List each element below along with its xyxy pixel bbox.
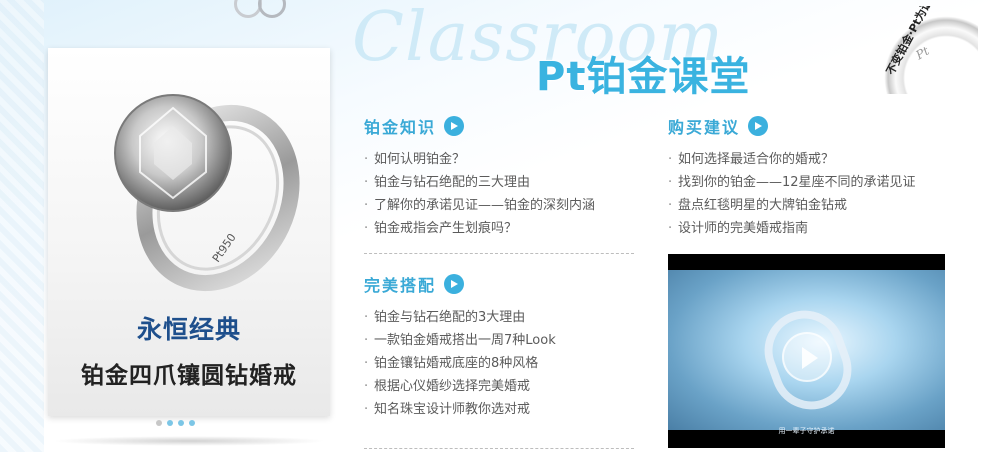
- list-item[interactable]: 找到你的铂金——12星座不同的承诺见证: [668, 171, 916, 194]
- section-title-knowledge[interactable]: 铂金知识: [364, 116, 595, 137]
- list-item[interactable]: 知名珠宝设计师教你选对戒: [364, 398, 556, 421]
- section-title-label: 铂金知识: [364, 118, 437, 137]
- section-knowledge: 铂金知识 如何认明铂金？ 铂金与钻石绝配的三大理由 了解你的承诺见证——铂金的深…: [364, 116, 595, 240]
- matching-links: 铂金与钻石绝配的3大理由 一款铂金婚戒搭出一周7种Look 铂金镶钻婚戒底座的8…: [364, 306, 556, 421]
- buying-links: 如何选择最适合你的婚戒？ 找到你的铂金——12星座不同的承诺见证 盘点红毯明星的…: [668, 148, 916, 240]
- play-icon[interactable]: [782, 332, 832, 382]
- video-caption: 用一辈子守护承诺: [778, 427, 835, 435]
- section-matching: 完美搭配 铂金与钻石绝配的3大理由 一款铂金婚戒搭出一周7种Look 铂金镶钻婚…: [364, 274, 556, 421]
- arrow-right-icon[interactable]: [748, 116, 769, 136]
- carousel-dot[interactable]: [189, 420, 195, 426]
- list-item[interactable]: 了解你的承诺见证——铂金的深刻内涵: [364, 194, 595, 217]
- platinum-seal-logo: 不变铂金·Pt为证 Pt: [874, 6, 978, 94]
- list-item[interactable]: 如何认明铂金？: [364, 148, 595, 171]
- list-item[interactable]: 铂金镶钻婚戒底座的8种风格: [364, 352, 556, 375]
- decorative-stripe: [0, 0, 44, 452]
- carousel-dot[interactable]: [156, 420, 162, 426]
- knowledge-links: 如何认明铂金？ 铂金与钻石绝配的三大理由 了解你的承诺见证——铂金的深刻内涵 铂…: [364, 148, 595, 240]
- section-title-buying[interactable]: 购买建议: [668, 116, 916, 137]
- section-buying: 购买建议 如何选择最适合你的婚戒？ 找到你的铂金——12星座不同的承诺见证 盘点…: [668, 116, 916, 240]
- arrow-right-icon[interactable]: [444, 116, 465, 136]
- section-title-label: 完美搭配: [364, 276, 437, 295]
- carousel-dot[interactable]: [178, 420, 184, 426]
- banner-subtitle: 铂金四爪镶圆钻婚戒: [81, 363, 297, 389]
- list-item[interactable]: 铂金与钻石绝配的三大理由: [364, 171, 595, 194]
- video-frame: 用一辈子守护承诺: [668, 270, 945, 435]
- list-item[interactable]: 如何选择最适合你的婚戒？: [668, 148, 916, 171]
- featured-ring-banner[interactable]: Pt950 永恒经典 铂金四爪镶圆钻婚戒: [48, 48, 330, 416]
- carousel-dots: [156, 420, 195, 426]
- arrow-right-icon[interactable]: [444, 274, 465, 294]
- list-item[interactable]: 盘点红毯明星的大牌铂金钻戒: [668, 194, 916, 217]
- divider: [364, 448, 634, 449]
- page-title: Pt铂金课堂: [536, 54, 751, 100]
- banner-title: 永恒经典: [136, 315, 241, 344]
- list-item[interactable]: 设计师的完美婚戒指南: [668, 217, 916, 240]
- section-title-matching[interactable]: 完美搭配: [364, 274, 556, 295]
- diamond-ring-image: Pt950: [114, 94, 300, 292]
- list-item[interactable]: 铂金戒指会产生划痕吗？: [364, 217, 595, 240]
- section-title-label: 购买建议: [668, 118, 741, 137]
- carousel-dot-active[interactable]: [167, 420, 173, 426]
- list-item[interactable]: 一款铂金婚戒搭出一周7种Look: [364, 329, 556, 352]
- list-item[interactable]: 根据心仪婚纱选择完美婚戒: [364, 375, 556, 398]
- banner-shadow: [52, 436, 326, 446]
- list-item[interactable]: 铂金与钻石绝配的3大理由: [364, 306, 556, 329]
- video-player[interactable]: 用一辈子守护承诺: [668, 254, 945, 448]
- divider: [364, 253, 634, 254]
- rings-decoration: [228, 0, 298, 22]
